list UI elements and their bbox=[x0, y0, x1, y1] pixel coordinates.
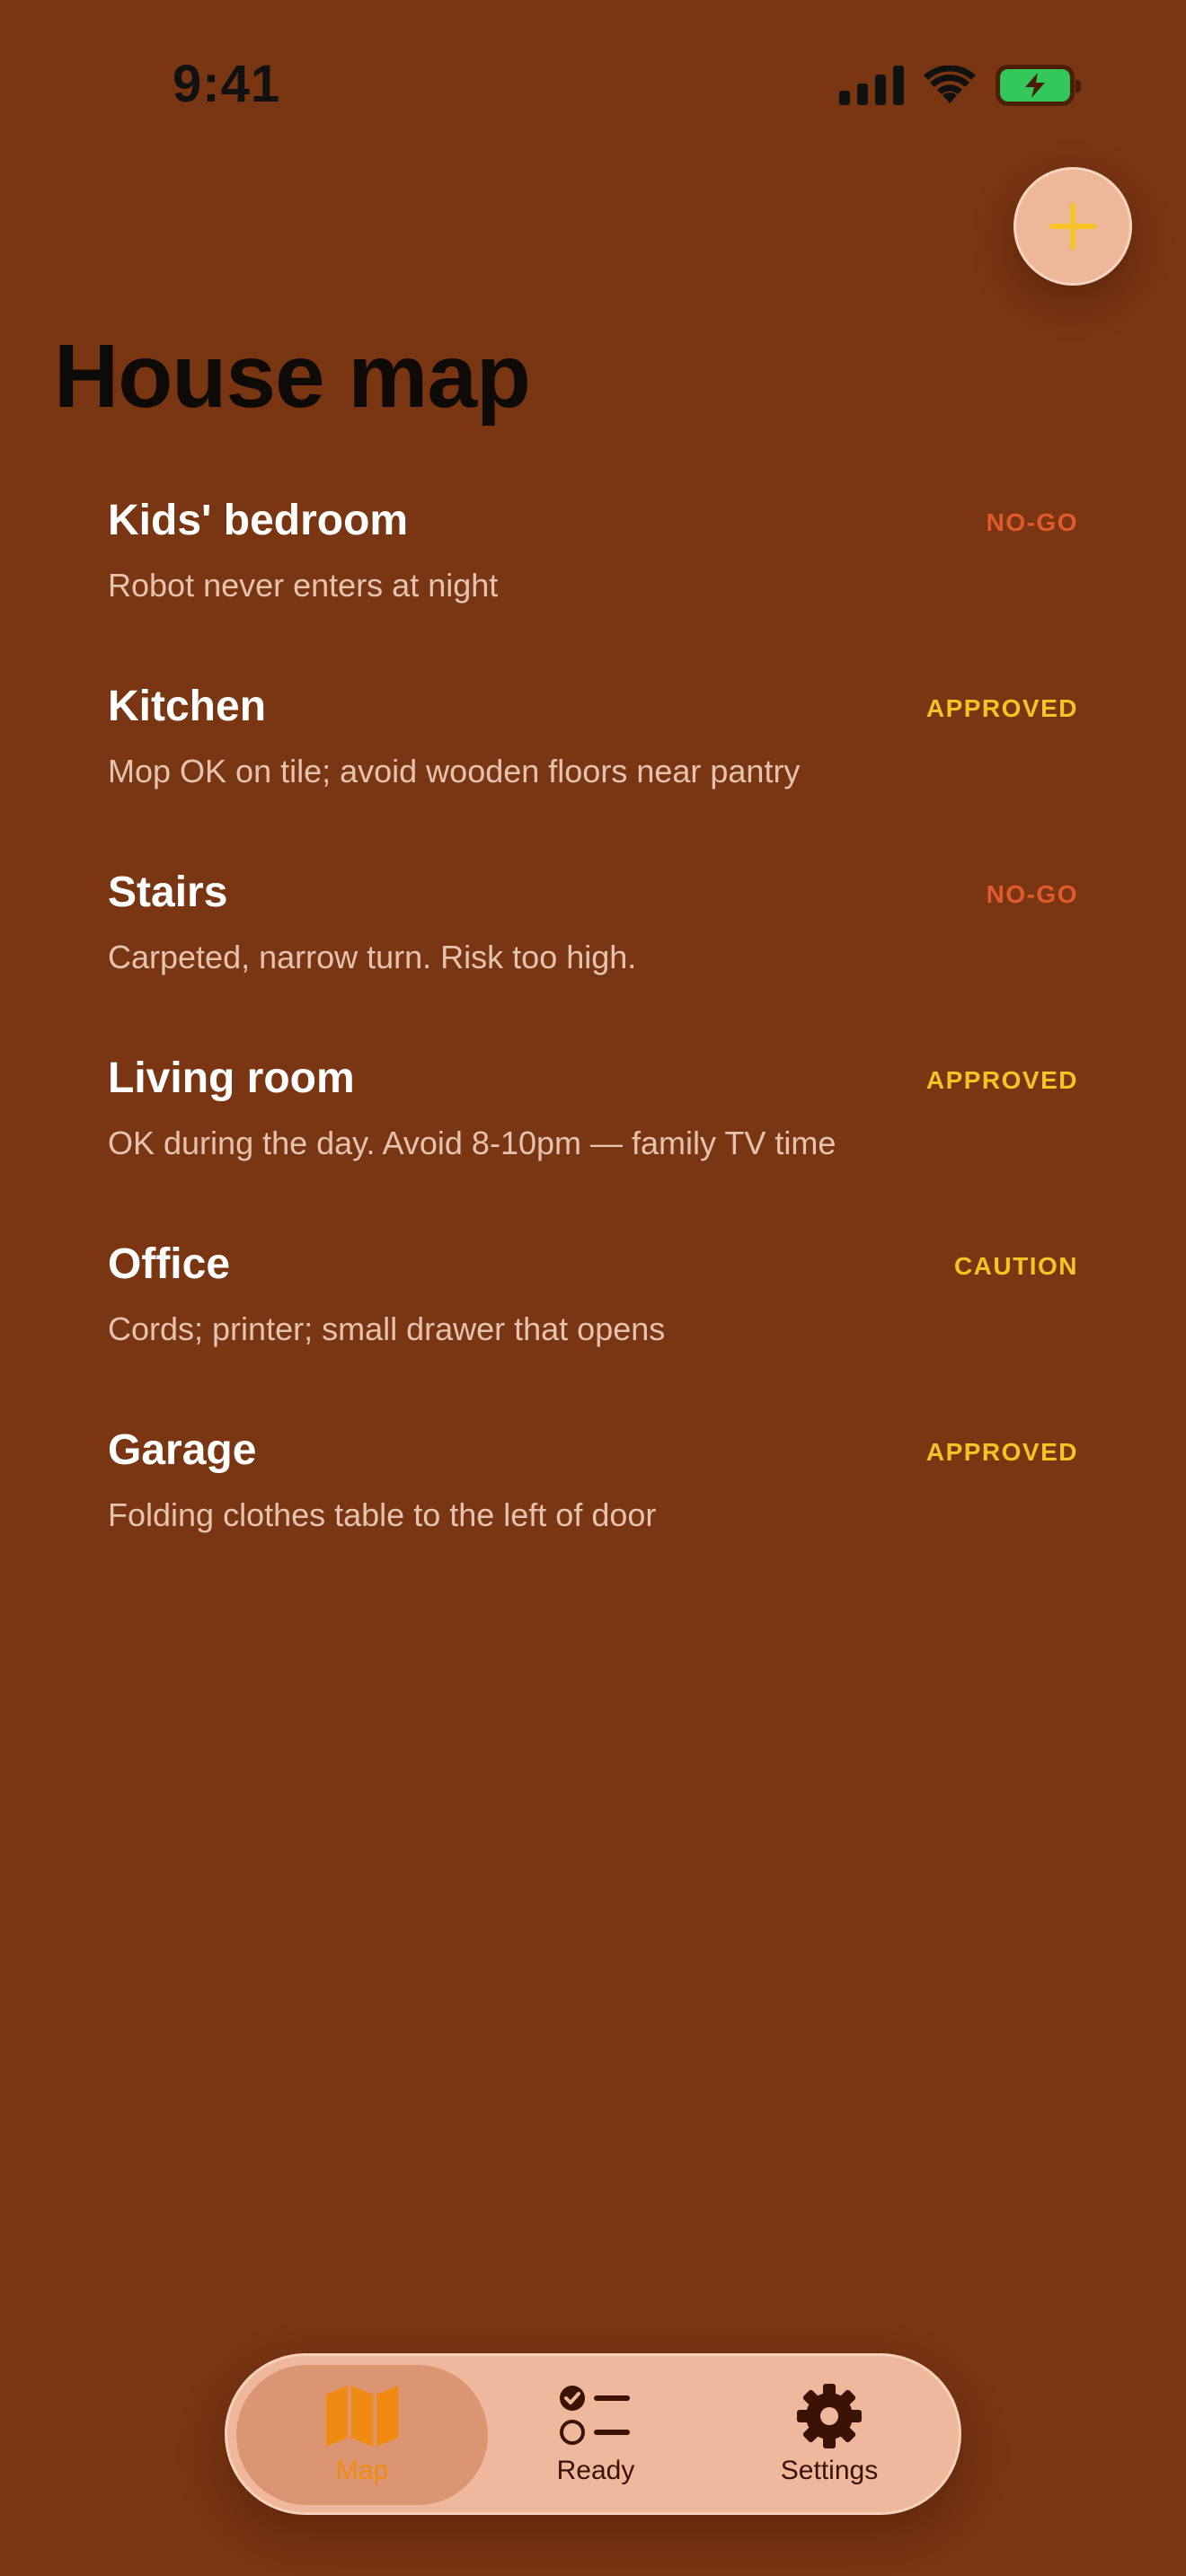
tab-bar: Map Ready Settings bbox=[225, 2353, 961, 2515]
room-list: Kids' bedroom Robot never enters at nigh… bbox=[0, 467, 1186, 1583]
list-item[interactable]: Office Cords; printer; small drawer that… bbox=[0, 1211, 1186, 1397]
list-item[interactable]: Stairs Carpeted, narrow turn. Risk too h… bbox=[0, 839, 1186, 1025]
tab-label: Ready bbox=[556, 2456, 635, 2485]
map-icon bbox=[326, 2386, 398, 2447]
list-item[interactable]: Kids' bedroom Robot never enters at nigh… bbox=[0, 467, 1186, 653]
room-description: Folding clothes table to the left of doo… bbox=[108, 1496, 657, 1533]
room-description: Carpeted, narrow turn. Risk too high. bbox=[108, 939, 637, 975]
room-description: Cords; printer; small drawer that opens bbox=[108, 1310, 666, 1347]
room-name: Office bbox=[108, 1240, 231, 1288]
room-name: Stairs bbox=[108, 869, 228, 916]
room-description: Robot never enters at night bbox=[108, 567, 499, 604]
tab-label: Settings bbox=[780, 2456, 879, 2485]
status-bar: 9:41 bbox=[0, 0, 1186, 180]
status-icons bbox=[839, 65, 1081, 106]
tab-ready[interactable]: Ready bbox=[470, 2365, 721, 2505]
room-description: OK during the day. Avoid 8-10pm — family… bbox=[108, 1125, 836, 1161]
cellular-signal-icon bbox=[839, 66, 904, 105]
tab-label: Map bbox=[335, 2456, 389, 2485]
plus-icon bbox=[1049, 203, 1096, 250]
tab-map[interactable]: Map bbox=[236, 2365, 488, 2505]
status-badge: NO-GO bbox=[986, 508, 1078, 536]
room-name: Kids' bedroom bbox=[108, 497, 409, 544]
add-room-button[interactable] bbox=[1013, 167, 1132, 286]
app-screen: 9:41 House map Kids' bedroom Robot never… bbox=[0, 0, 1186, 2576]
status-badge: APPROVED bbox=[925, 694, 1078, 722]
list-item[interactable]: Kitchen Mop OK on tile; avoid wooden flo… bbox=[0, 653, 1186, 839]
page-title: House map bbox=[54, 326, 531, 427]
list-item[interactable]: Garage Folding clothes table to the left… bbox=[0, 1397, 1186, 1583]
gear-icon bbox=[797, 2384, 862, 2448]
lightning-icon bbox=[1025, 73, 1045, 98]
status-badge: APPROVED bbox=[925, 1438, 1078, 1466]
wifi-icon bbox=[924, 66, 976, 103]
battery-charging-icon bbox=[996, 65, 1081, 106]
room-description: Mop OK on tile; avoid wooden floors near… bbox=[108, 753, 801, 790]
checklist-icon bbox=[560, 2386, 630, 2445]
status-badge: CAUTION bbox=[953, 1252, 1078, 1280]
status-badge: NO-GO bbox=[986, 880, 1078, 908]
status-time: 9:41 bbox=[173, 55, 281, 113]
list-item[interactable]: Living room OK during the day. Avoid 8-1… bbox=[0, 1025, 1186, 1211]
status-badge: APPROVED bbox=[925, 1066, 1078, 1094]
tab-settings[interactable]: Settings bbox=[704, 2365, 955, 2505]
